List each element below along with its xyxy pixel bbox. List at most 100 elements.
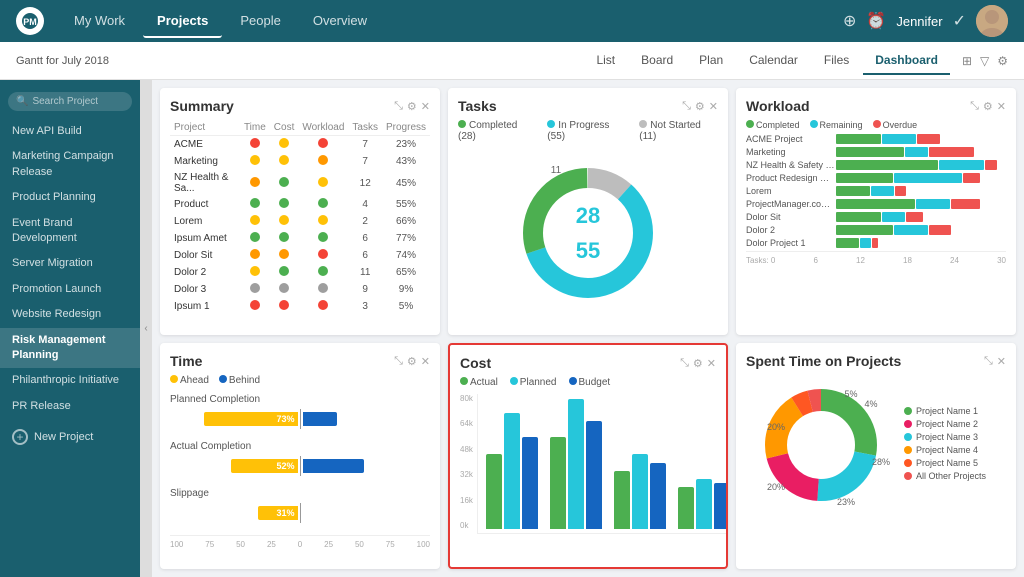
- plus-icon: +: [12, 429, 28, 445]
- settings-icon[interactable]: ⚙: [997, 54, 1008, 68]
- legend-planned: Planned: [510, 377, 557, 388]
- expand-icon[interactable]: ⤡: [682, 100, 691, 113]
- close-icon[interactable]: ✕: [707, 357, 716, 370]
- actual-label: Actual Completion: [170, 441, 430, 452]
- settings-icon[interactable]: ⚙: [695, 100, 705, 113]
- legend-project-2: Project Name 2: [904, 419, 986, 429]
- nav-people[interactable]: People: [226, 5, 294, 38]
- close-icon[interactable]: ✕: [709, 100, 718, 113]
- sidebar-item-marketing[interactable]: Marketing Campaign Release: [0, 144, 140, 185]
- summary-title: Summary: [170, 98, 234, 114]
- grid-icon[interactable]: ⊞: [962, 54, 972, 68]
- tab-dashboard[interactable]: Dashboard: [863, 47, 950, 75]
- tab-files[interactable]: Files: [812, 47, 861, 75]
- summary-widget: Summary ⤡ ⚙ ✕ Project Time Cost Workload…: [160, 88, 440, 335]
- sidebar-item-server[interactable]: Server Migration: [0, 251, 140, 276]
- workload-row: NZ Health & Safety De...: [746, 160, 1006, 170]
- col-project: Project: [170, 120, 240, 136]
- settings-icon[interactable]: ⚙: [407, 100, 417, 113]
- close-icon[interactable]: ✕: [421, 100, 430, 113]
- cost-widget: Cost ⤡ ⚙ ✕ Actual Planned Budget 80k 64k…: [448, 343, 728, 569]
- sidebar-item-event-brand[interactable]: Event Brand Development: [0, 211, 140, 252]
- expand-icon[interactable]: ⤡: [394, 100, 403, 113]
- col-time: Time: [240, 120, 270, 136]
- sidebar-item-product-planning[interactable]: Product Planning: [0, 185, 140, 210]
- nav-overview[interactable]: Overview: [299, 5, 381, 38]
- workload-legend: Completed Remaining Overdue: [746, 120, 1006, 130]
- expand-icon[interactable]: ⤡: [970, 100, 979, 113]
- cost-legend: Actual Planned Budget: [460, 377, 716, 388]
- svg-text:28%: 28%: [872, 457, 890, 467]
- workload-row: Dolor Project 1: [746, 238, 1006, 248]
- summary-widget-icons: ⤡ ⚙ ✕: [394, 100, 430, 113]
- workload-widget: Workload ⤡ ⚙ ✕ Completed Remaining Overd…: [736, 88, 1016, 335]
- spent-donut: 5% 4% 20% 28% 20% 23%: [746, 375, 896, 515]
- cost-group-4: [678, 479, 728, 529]
- svg-text:4%: 4%: [864, 399, 877, 409]
- cost-chart-area: 80k 64k 48k 32k 16k 0k: [460, 394, 716, 534]
- settings-icon[interactable]: ⚙: [983, 100, 993, 113]
- col-tasks: Tasks: [348, 120, 382, 136]
- spent-time-widget: Spent Time on Projects ⤡ ✕: [736, 343, 1016, 569]
- legend-other-projects: All Other Projects: [904, 471, 986, 481]
- new-project-button[interactable]: + New Project: [0, 423, 140, 451]
- sidebar-collapse-handle[interactable]: ‹: [140, 80, 152, 577]
- svg-text:20%: 20%: [767, 422, 785, 432]
- nav-right: ⊕ ⏰ Jennifer ✓: [843, 5, 1008, 37]
- sidebar-item-philanthropic[interactable]: Philanthropic Initiative: [0, 368, 140, 393]
- legend-completed: Completed (28): [458, 120, 535, 142]
- workload-row: ProjectManager.com ...: [746, 199, 1006, 209]
- settings-icon[interactable]: ⚙: [693, 357, 703, 370]
- close-icon[interactable]: ✕: [421, 355, 430, 368]
- cost-widget-icons: ⤡ ⚙ ✕: [680, 357, 716, 370]
- sub-nav: Gantt for July 2018 List Board Plan Cale…: [0, 42, 1024, 80]
- spent-time-header: Spent Time on Projects ⤡ ✕: [746, 353, 1006, 369]
- table-row: Ipsum 1 3 5%: [170, 298, 430, 315]
- close-icon[interactable]: ✕: [997, 355, 1006, 368]
- search-box[interactable]: 🔍: [8, 92, 132, 111]
- time-row-actual: Actual Completion 52%: [170, 441, 430, 476]
- sidebar-item-new-api[interactable]: New API Build: [0, 119, 140, 144]
- planned-ahead-pct: 73%: [276, 414, 294, 424]
- filter-icon[interactable]: ▽: [980, 54, 989, 68]
- col-progress: Progress: [382, 120, 430, 136]
- legend-actual: Actual: [460, 377, 498, 388]
- sidebar-item-promotion[interactable]: Promotion Launch: [0, 277, 140, 302]
- cost-group-2: [550, 399, 602, 529]
- actual-ahead-pct: 52%: [276, 461, 294, 471]
- top-nav: PM My Work Projects People Overview ⊕ ⏰ …: [0, 0, 1024, 42]
- legend-project-4: Project Name 4: [904, 445, 986, 455]
- notifications-icon[interactable]: ⏰: [866, 11, 886, 31]
- cost-y-axis: 80k 64k 48k 32k 16k 0k: [460, 394, 473, 534]
- tab-calendar[interactable]: Calendar: [737, 47, 810, 75]
- col-workload: Workload: [298, 120, 348, 136]
- close-icon[interactable]: ✕: [997, 100, 1006, 113]
- legend-remaining: Remaining: [810, 120, 863, 130]
- tab-list[interactable]: List: [584, 47, 627, 75]
- expand-icon[interactable]: ⤡: [984, 355, 993, 368]
- table-row: Marketing 7 43%: [170, 153, 430, 170]
- tab-plan[interactable]: Plan: [687, 47, 735, 75]
- user-check-icon: ✓: [953, 11, 966, 31]
- sidebar-item-risk[interactable]: Risk Management Planning: [0, 328, 140, 369]
- add-icon[interactable]: ⊕: [843, 11, 856, 31]
- expand-icon[interactable]: ⤡: [680, 357, 689, 370]
- settings-icon[interactable]: ⚙: [407, 355, 417, 368]
- expand-icon[interactable]: ⤡: [394, 355, 403, 368]
- table-row: Product 4 55%: [170, 196, 430, 213]
- tab-board[interactable]: Board: [629, 47, 685, 75]
- donut-container: 28 55 11: [458, 148, 718, 308]
- cost-group-1: [486, 413, 538, 529]
- summary-header: Summary ⤡ ⚙ ✕: [170, 98, 430, 114]
- sidebar-item-pr[interactable]: PR Release: [0, 394, 140, 419]
- workload-axis: Tasks: 0 6 12 18 24 30: [746, 251, 1006, 265]
- legend-notstarted: Not Started (11): [639, 120, 718, 142]
- search-input[interactable]: [32, 96, 124, 107]
- workload-row: Dolor Sit: [746, 212, 1006, 222]
- sidebar-item-website[interactable]: Website Redesign: [0, 302, 140, 327]
- time-row-planned: Planned Completion 73%: [170, 394, 430, 429]
- cost-title: Cost: [460, 355, 491, 371]
- new-project-label: New Project: [34, 431, 93, 443]
- nav-projects[interactable]: Projects: [143, 5, 222, 38]
- nav-my-work[interactable]: My Work: [60, 5, 139, 38]
